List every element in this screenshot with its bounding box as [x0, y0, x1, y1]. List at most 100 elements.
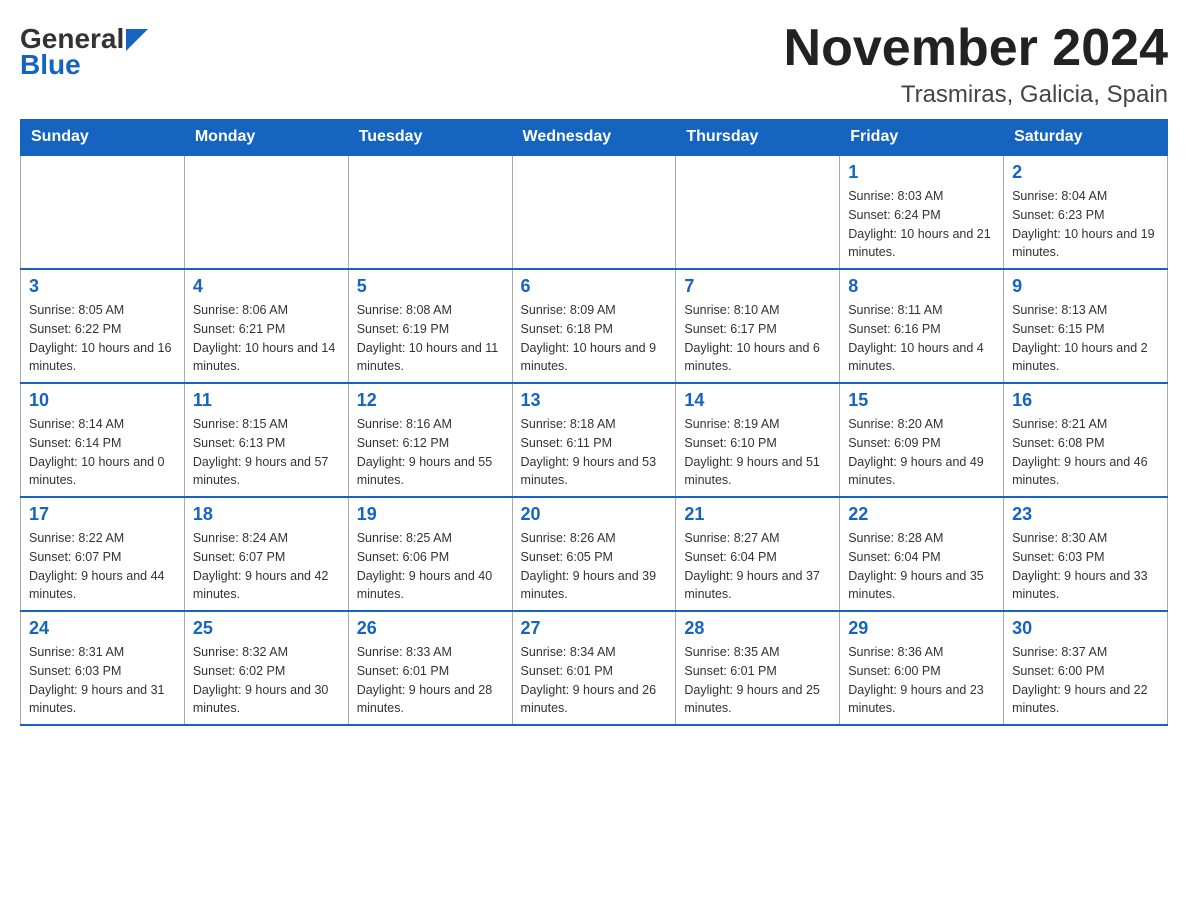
cell-w2-d1: 3 Sunrise: 8:05 AMSunset: 6:22 PMDaylight…: [21, 269, 185, 383]
day-info: Sunrise: 8:08 AMSunset: 6:19 PMDaylight:…: [357, 301, 504, 376]
location-title: Trasmiras, Galicia, Spain: [784, 81, 1168, 109]
cell-w4-d2: 18 Sunrise: 8:24 AMSunset: 6:07 PMDayligh…: [184, 497, 348, 611]
month-title: November 2024: [784, 20, 1168, 77]
day-number: 2: [1012, 162, 1159, 183]
day-number: 10: [29, 390, 176, 411]
cell-w5-d3: 26Sunrise: 8:33 AMSunset: 6:01 PMDayligh…: [348, 611, 512, 725]
day-number: 23: [1012, 504, 1159, 525]
day-number: 27: [521, 618, 668, 639]
day-number: 6: [521, 276, 668, 297]
day-number: 22: [848, 504, 995, 525]
cell-w5-d7: 30 Sunrise: 8:37 AMSunset: 6:00 PMDayligh…: [1004, 611, 1168, 725]
day-info: Sunrise: 8:06 AMSunset: 6:21 PMDaylight:…: [193, 301, 340, 376]
cell-w5-d5: 28 Sunrise: 8:35 AMSunset: 6:01 PMDayligh…: [676, 611, 840, 725]
cell-w4-d3: 19Sunrise: 8:25 AMSunset: 6:06 PMDayligh…: [348, 497, 512, 611]
cell-w5-d1: 24 Sunrise: 8:31 AMSunset: 6:03 PMDayligh…: [21, 611, 185, 725]
header-monday: Monday: [184, 120, 348, 156]
day-number: 17: [29, 504, 176, 525]
day-number: 29: [848, 618, 995, 639]
cell-w4-d7: 23 Sunrise: 8:30 AMSunset: 6:03 PMDayligh…: [1004, 497, 1168, 611]
cell-w4-d5: 21 Sunrise: 8:27 AMSunset: 6:04 PMDayligh…: [676, 497, 840, 611]
cell-w2-d4: 6Sunrise: 8:09 AMSunset: 6:18 PMDaylight…: [512, 269, 676, 383]
cell-w3-d5: 14Sunrise: 8:19 AMSunset: 6:10 PMDayligh…: [676, 383, 840, 497]
day-number: 28: [684, 618, 831, 639]
cell-w1-d3: [348, 155, 512, 269]
day-info: Sunrise: 8:32 AMSunset: 6:02 PMDaylight:…: [193, 643, 340, 718]
day-info: Sunrise: 8:36 AMSunset: 6:00 PMDaylight:…: [848, 643, 995, 718]
day-info: Sunrise: 8:05 AMSunset: 6:22 PMDaylight:…: [29, 301, 176, 376]
day-number: 20: [521, 504, 668, 525]
day-info: Sunrise: 8:30 AMSunset: 6:03 PMDaylight:…: [1012, 529, 1159, 604]
day-info: Sunrise: 8:18 AMSunset: 6:11 PMDaylight:…: [521, 415, 668, 490]
cell-w2-d2: 4 Sunrise: 8:06 AMSunset: 6:21 PMDaylight…: [184, 269, 348, 383]
cell-w4-d1: 17 Sunrise: 8:22 AMSunset: 6:07 PMDayligh…: [21, 497, 185, 611]
day-info: Sunrise: 8:33 AMSunset: 6:01 PMDaylight:…: [357, 643, 504, 718]
cell-w3-d3: 12 Sunrise: 8:16 AMSunset: 6:12 PMDayligh…: [348, 383, 512, 497]
week-row-1: 1Sunrise: 8:03 AMSunset: 6:24 PMDaylight…: [21, 155, 1168, 269]
cell-w5-d2: 25 Sunrise: 8:32 AMSunset: 6:02 PMDayligh…: [184, 611, 348, 725]
cell-w2-d6: 8Sunrise: 8:11 AMSunset: 6:16 PMDaylight…: [840, 269, 1004, 383]
day-number: 30: [1012, 618, 1159, 639]
cell-w1-d7: 2 Sunrise: 8:04 AMSunset: 6:23 PMDaylight…: [1004, 155, 1168, 269]
day-info: Sunrise: 8:26 AMSunset: 6:05 PMDaylight:…: [521, 529, 668, 604]
day-info: Sunrise: 8:22 AMSunset: 6:07 PMDaylight:…: [29, 529, 176, 604]
header-row: Sunday Monday Tuesday Wednesday Thursday…: [21, 120, 1168, 156]
week-row-2: 3 Sunrise: 8:05 AMSunset: 6:22 PMDaylight…: [21, 269, 1168, 383]
header-thursday: Thursday: [676, 120, 840, 156]
header-saturday: Saturday: [1004, 120, 1168, 156]
week-row-3: 10 Sunrise: 8:14 AMSunset: 6:14 PMDayligh…: [21, 383, 1168, 497]
day-number: 12: [357, 390, 504, 411]
day-number: 7: [684, 276, 831, 297]
header-friday: Friday: [840, 120, 1004, 156]
logo: General Blue: [20, 20, 148, 81]
day-number: 8: [848, 276, 995, 297]
header-wednesday: Wednesday: [512, 120, 676, 156]
week-row-5: 24 Sunrise: 8:31 AMSunset: 6:03 PMDayligh…: [21, 611, 1168, 725]
day-info: Sunrise: 8:19 AMSunset: 6:10 PMDaylight:…: [684, 415, 831, 490]
cell-w1-d6: 1Sunrise: 8:03 AMSunset: 6:24 PMDaylight…: [840, 155, 1004, 269]
day-number: 1: [848, 162, 995, 183]
day-number: 13: [521, 390, 668, 411]
day-number: 24: [29, 618, 176, 639]
day-info: Sunrise: 8:24 AMSunset: 6:07 PMDaylight:…: [193, 529, 340, 604]
day-number: 21: [684, 504, 831, 525]
day-info: Sunrise: 8:14 AMSunset: 6:14 PMDaylight:…: [29, 415, 176, 490]
cell-w1-d4: [512, 155, 676, 269]
calendar-table: Sunday Monday Tuesday Wednesday Thursday…: [20, 119, 1168, 726]
logo-blue-text: Blue: [20, 49, 81, 81]
day-info: Sunrise: 8:16 AMSunset: 6:12 PMDaylight:…: [357, 415, 504, 490]
day-info: Sunrise: 8:31 AMSunset: 6:03 PMDaylight:…: [29, 643, 176, 718]
cell-w1-d2: [184, 155, 348, 269]
day-info: Sunrise: 8:21 AMSunset: 6:08 PMDaylight:…: [1012, 415, 1159, 490]
cell-w3-d2: 11Sunrise: 8:15 AMSunset: 6:13 PMDayligh…: [184, 383, 348, 497]
cell-w1-d5: [676, 155, 840, 269]
cell-w3-d1: 10 Sunrise: 8:14 AMSunset: 6:14 PMDayligh…: [21, 383, 185, 497]
day-number: 25: [193, 618, 340, 639]
day-info: Sunrise: 8:13 AMSunset: 6:15 PMDaylight:…: [1012, 301, 1159, 376]
day-info: Sunrise: 8:10 AMSunset: 6:17 PMDaylight:…: [684, 301, 831, 376]
cell-w3-d6: 15Sunrise: 8:20 AMSunset: 6:09 PMDayligh…: [840, 383, 1004, 497]
day-info: Sunrise: 8:20 AMSunset: 6:09 PMDaylight:…: [848, 415, 995, 490]
day-info: Sunrise: 8:04 AMSunset: 6:23 PMDaylight:…: [1012, 187, 1159, 262]
cell-w2-d3: 5Sunrise: 8:08 AMSunset: 6:19 PMDaylight…: [348, 269, 512, 383]
day-number: 4: [193, 276, 340, 297]
logo-triangle-icon: [126, 29, 148, 51]
cell-w4-d4: 20 Sunrise: 8:26 AMSunset: 6:05 PMDayligh…: [512, 497, 676, 611]
cell-w4-d6: 22 Sunrise: 8:28 AMSunset: 6:04 PMDayligh…: [840, 497, 1004, 611]
cell-w3-d7: 16 Sunrise: 8:21 AMSunset: 6:08 PMDayligh…: [1004, 383, 1168, 497]
day-number: 19: [357, 504, 504, 525]
day-number: 9: [1012, 276, 1159, 297]
day-info: Sunrise: 8:35 AMSunset: 6:01 PMDaylight:…: [684, 643, 831, 718]
cell-w2-d7: 9 Sunrise: 8:13 AMSunset: 6:15 PMDaylight…: [1004, 269, 1168, 383]
page-header: General Blue November 2024 Trasmiras, Ga…: [20, 20, 1168, 109]
day-info: Sunrise: 8:15 AMSunset: 6:13 PMDaylight:…: [193, 415, 340, 490]
day-number: 3: [29, 276, 176, 297]
day-info: Sunrise: 8:27 AMSunset: 6:04 PMDaylight:…: [684, 529, 831, 604]
day-number: 18: [193, 504, 340, 525]
day-info: Sunrise: 8:28 AMSunset: 6:04 PMDaylight:…: [848, 529, 995, 604]
day-number: 16: [1012, 390, 1159, 411]
week-row-4: 17 Sunrise: 8:22 AMSunset: 6:07 PMDayligh…: [21, 497, 1168, 611]
cell-w2-d5: 7 Sunrise: 8:10 AMSunset: 6:17 PMDaylight…: [676, 269, 840, 383]
day-info: Sunrise: 8:34 AMSunset: 6:01 PMDaylight:…: [521, 643, 668, 718]
day-info: Sunrise: 8:37 AMSunset: 6:00 PMDaylight:…: [1012, 643, 1159, 718]
